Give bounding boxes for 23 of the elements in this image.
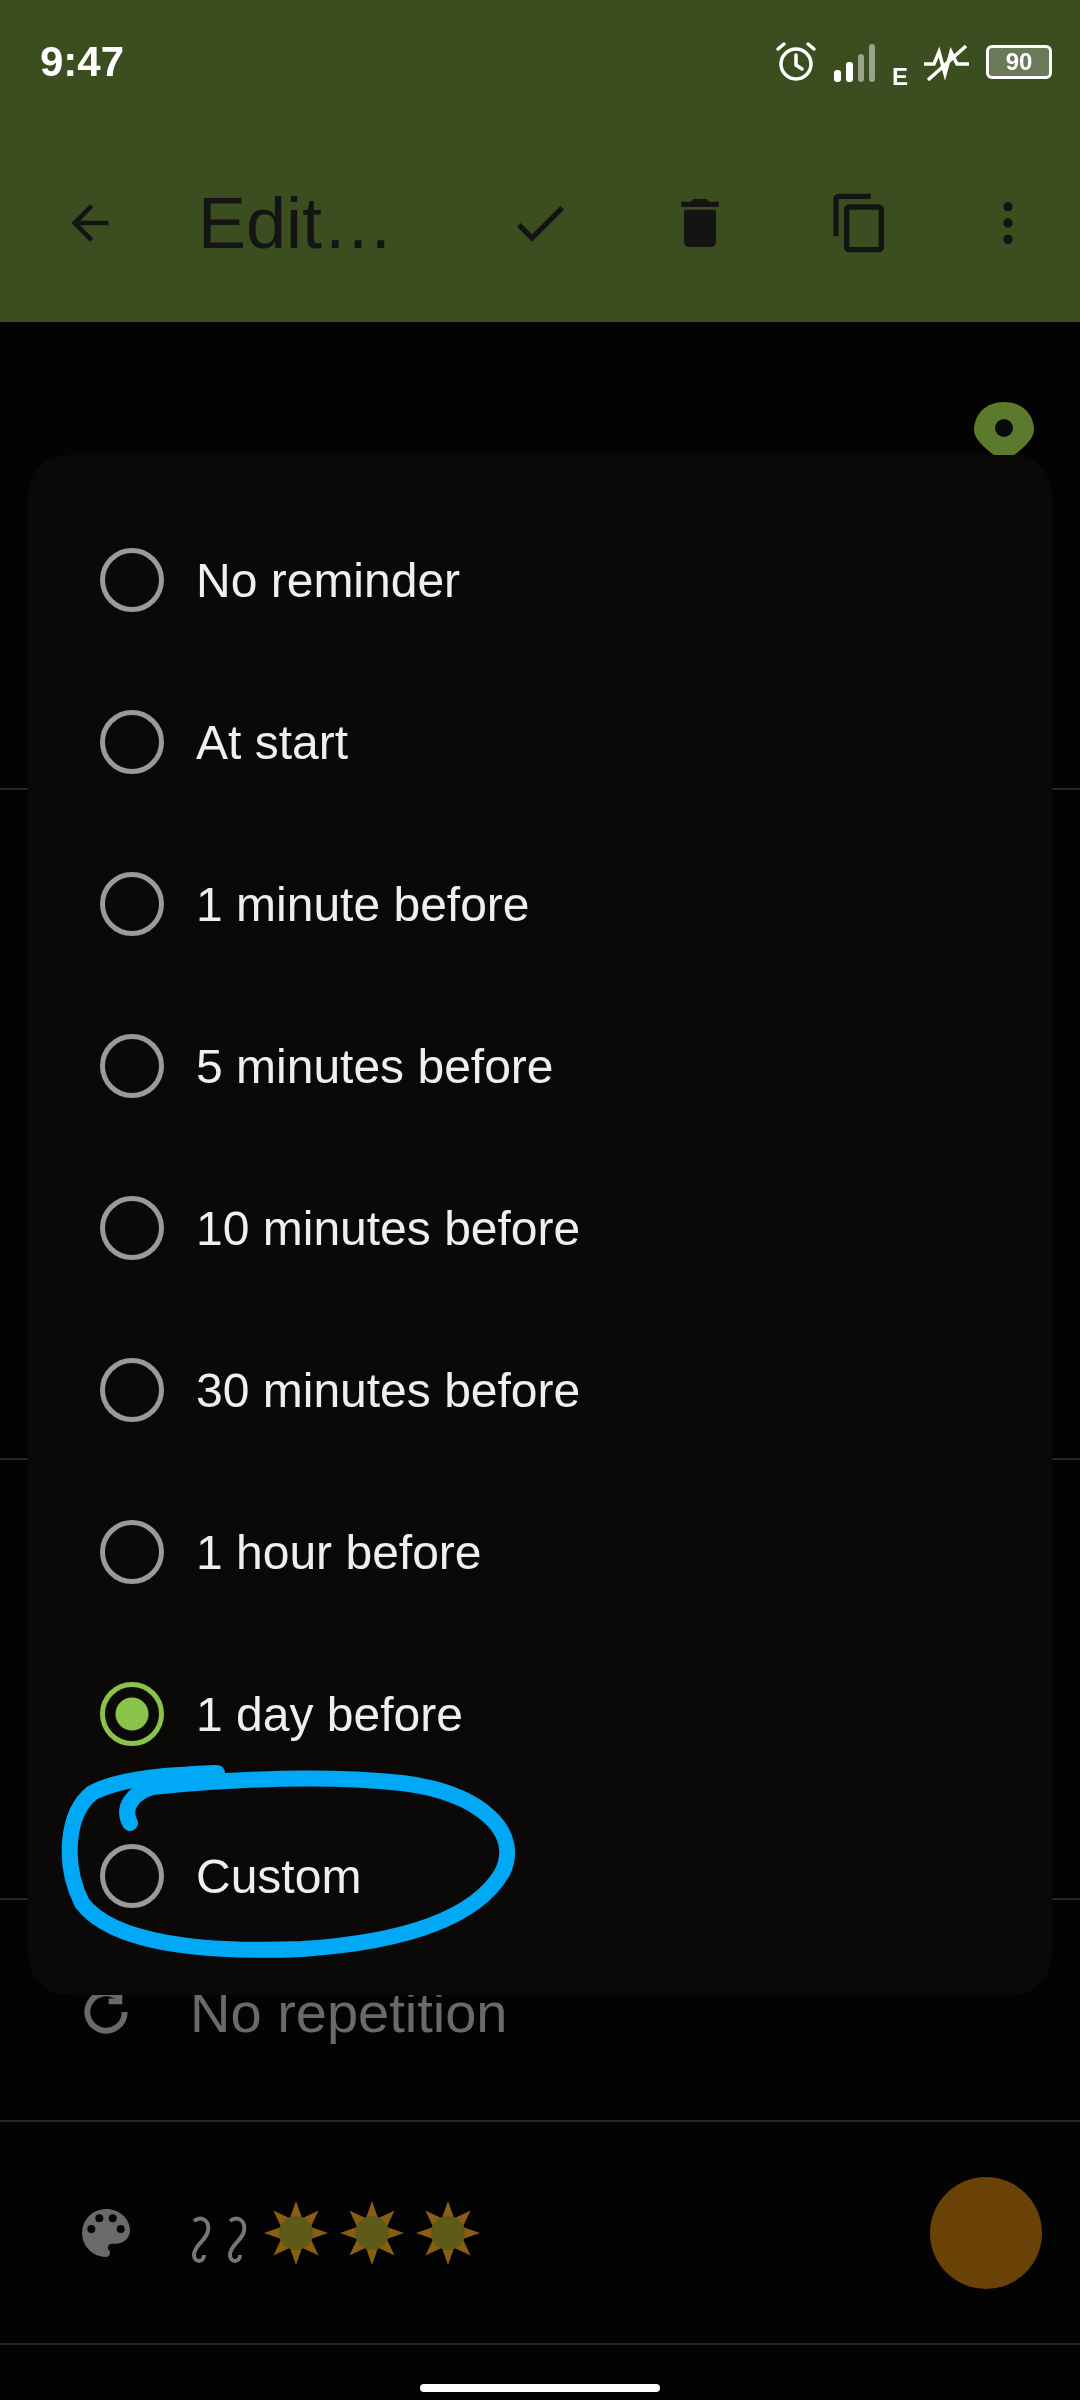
radio-button[interactable] (100, 1844, 164, 1908)
radio-button[interactable] (100, 1034, 164, 1098)
option-label[interactable]: No reminder (196, 552, 461, 608)
radio-button[interactable] (100, 710, 164, 774)
radio-button[interactable] (100, 1520, 164, 1584)
network-type: E (892, 63, 908, 91)
toolbar-title: Edit… (198, 182, 396, 264)
option-label[interactable]: At start (196, 714, 349, 770)
battery-icon: 90 (986, 45, 1052, 79)
radio-button[interactable] (100, 872, 164, 936)
radio-button[interactable] (100, 548, 164, 612)
option-label[interactable]: 30 minutes before (196, 1362, 581, 1418)
option-label[interactable]: 1 day before (196, 1686, 463, 1742)
option-label[interactable]: 10 minutes before (196, 1200, 581, 1256)
option-label[interactable]: 1 minute before (196, 876, 530, 932)
option-label[interactable]: 5 minutes before (196, 1038, 554, 1094)
radio-button[interactable] (100, 1358, 164, 1422)
status-time: 9:47 (40, 38, 125, 86)
option-label[interactable]: Custom (196, 1848, 362, 1904)
option-label[interactable]: 1 hour before (196, 1524, 482, 1580)
radio-button[interactable] (100, 1682, 164, 1746)
alarm-clock-icon (774, 40, 818, 84)
radio-button[interactable] (100, 1196, 164, 1260)
